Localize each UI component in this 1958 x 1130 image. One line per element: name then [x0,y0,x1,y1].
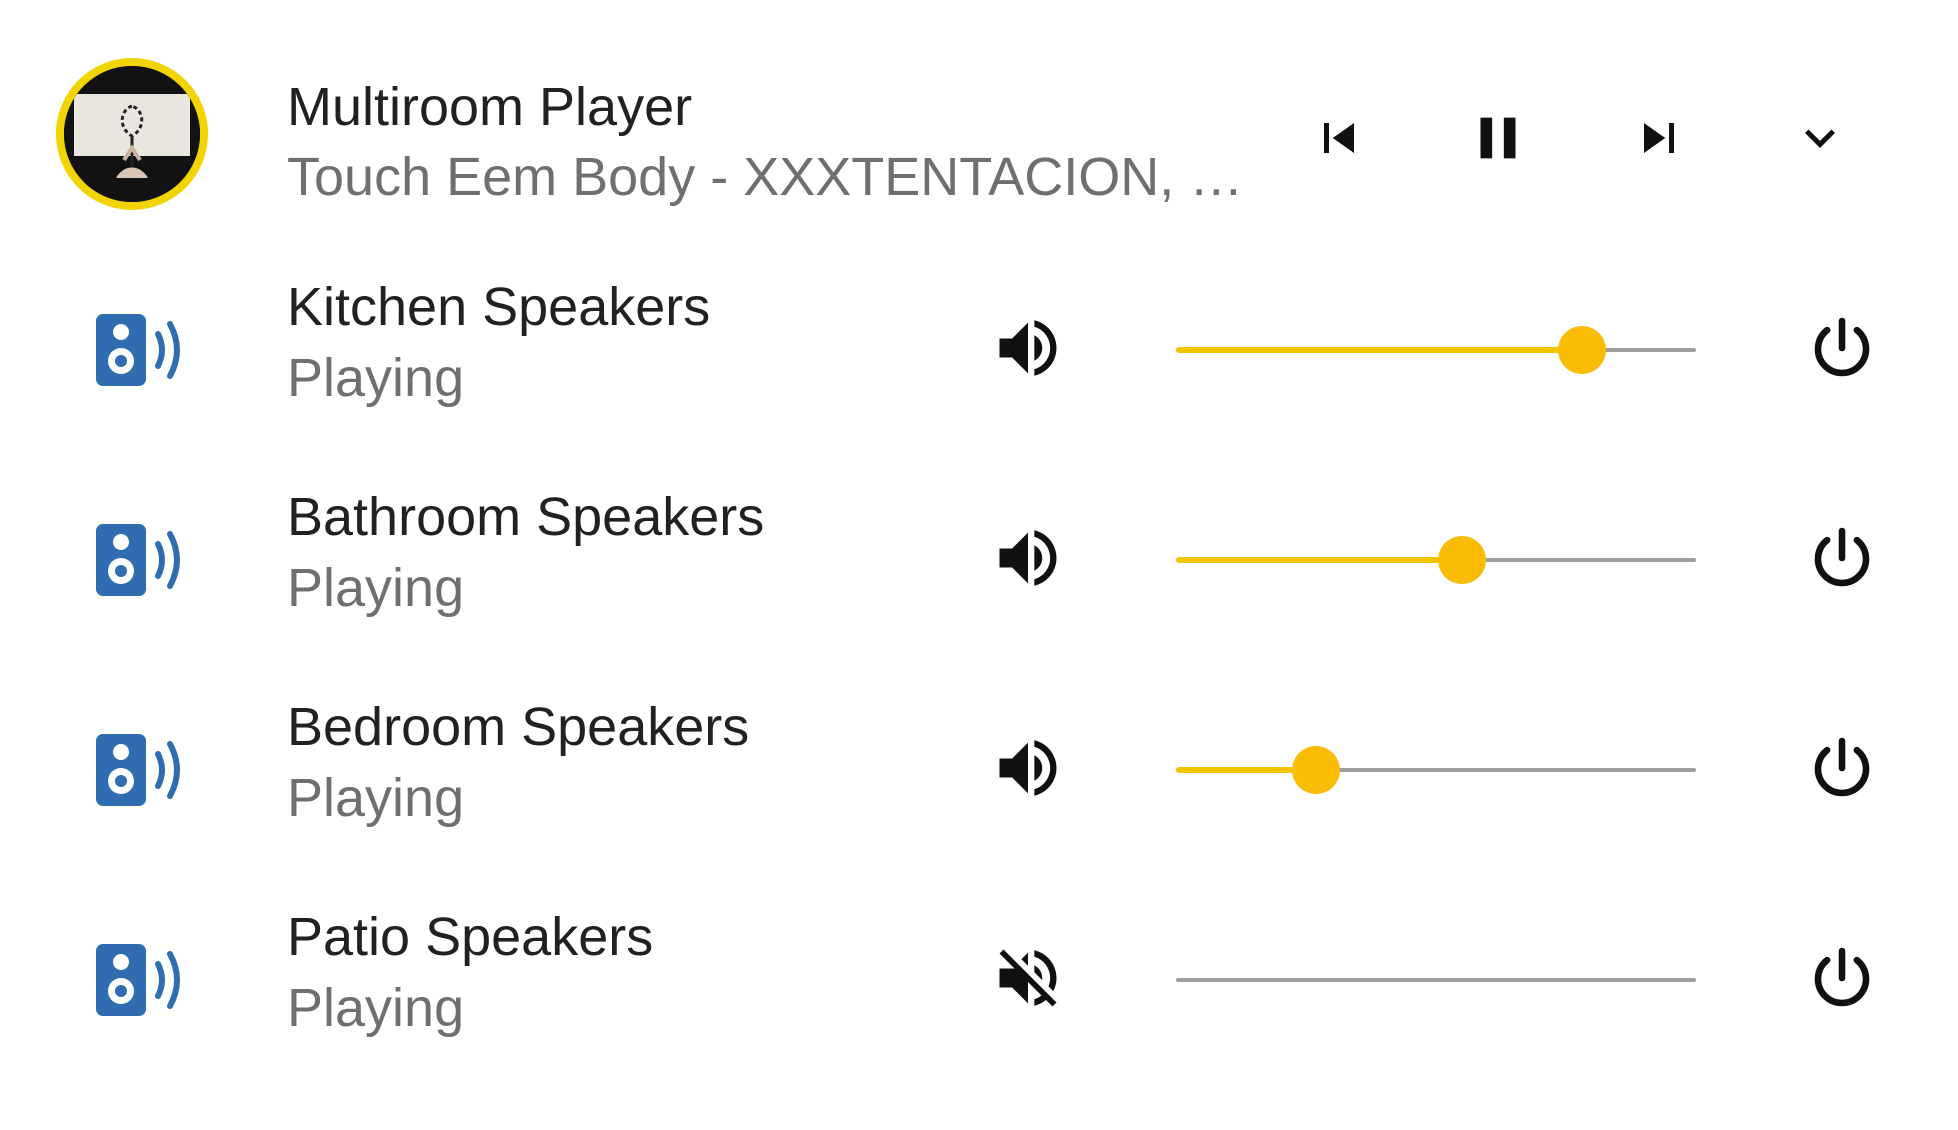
speaker-name: Bathroom Speakers [287,487,765,547]
slider-thumb[interactable] [1557,326,1606,374]
speaker-name: Kitchen Speakers [287,277,711,337]
speaker-info: Patio Speakers Playing [287,902,653,1044]
volume-slider[interactable] [1176,960,1696,1000]
speaker-row-bedroom-speakers: Bedroom Speakers Playing [0,664,1958,874]
power-button[interactable] [1794,302,1890,398]
volume-up-icon [990,310,1066,391]
volume-slider[interactable] [1176,536,1696,584]
slider-track [1176,978,1696,982]
next-track-button[interactable] [1611,90,1707,186]
speaker-state: Playing [287,768,465,828]
track-subtitle: Touch Eem Body - XXXTENTACION, B... [287,147,1267,207]
slider-fill [1176,347,1582,353]
speaker-info: Bedroom Speakers Playing [287,692,749,834]
slider-thumb[interactable] [1438,536,1486,584]
volume-up-icon [990,730,1066,811]
player-header: Multiroom Player Touch Eem Body - XXXTEN… [0,0,1958,280]
mute-button[interactable] [980,512,1076,608]
pause-button[interactable] [1450,90,1546,186]
skip-previous-icon [1324,123,1354,153]
power-button[interactable] [1794,512,1890,608]
power-icon [1806,732,1878,809]
player-title: Multiroom Player [287,77,693,137]
slider-thumb[interactable] [1292,746,1341,794]
now-playing-info: Multiroom Player Touch Eem Body - XXXTEN… [287,72,1277,212]
chevron-down-icon [1805,129,1835,148]
speaker-name: Bedroom Speakers [287,697,750,757]
speaker-info: Bathroom Speakers Playing [287,482,764,624]
speaker-icon [88,298,198,394]
speaker-row-kitchen-speakers: Kitchen Speakers Playing [0,244,1958,454]
unmute-button[interactable] [980,932,1076,1028]
expand-button[interactable] [1772,90,1868,186]
speaker-icon [88,718,198,814]
power-icon [1806,312,1878,389]
speaker-state: Playing [287,558,465,618]
volume-slider[interactable] [1176,746,1696,794]
volume-up-icon [990,520,1066,601]
speaker-state: Playing [287,978,465,1038]
speaker-row-patio-speakers: Patio Speakers Playing [0,874,1958,1084]
power-button[interactable] [1794,932,1890,1028]
skip-next-icon [1644,123,1674,153]
power-icon [1806,942,1878,1019]
speaker-icon [88,508,198,604]
mute-button[interactable] [980,722,1076,818]
speaker-name: Patio Speakers [287,907,654,967]
pause-icon [1480,117,1516,159]
album-artwork[interactable] [56,58,208,210]
volume-off-icon [990,940,1066,1021]
previous-track-button[interactable] [1291,90,1387,186]
speaker-row-bathroom-speakers: Bathroom Speakers Playing [0,454,1958,664]
speaker-icon [88,928,198,1024]
power-button[interactable] [1794,722,1890,818]
speaker-state: Playing [287,348,465,408]
mute-button[interactable] [980,302,1076,398]
volume-slider[interactable] [1176,326,1696,374]
speaker-info: Kitchen Speakers Playing [287,272,710,414]
power-icon [1806,522,1878,599]
slider-fill [1176,557,1462,563]
